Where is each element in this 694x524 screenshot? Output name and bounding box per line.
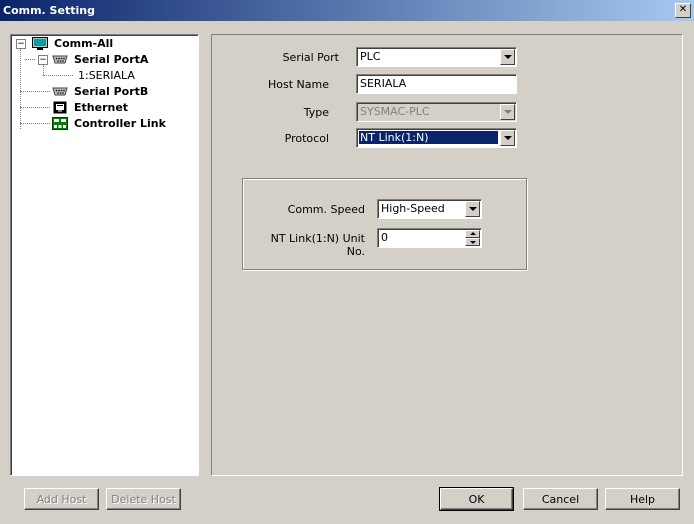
cancel-button[interactable]: Cancel <box>523 488 598 510</box>
comm-speed-value: High-Speed <box>381 202 445 215</box>
tree-view[interactable]: − Comm-All − Serial PortA 1:SERIALA Seri… <box>10 34 199 476</box>
comm-speed-select[interactable]: High-Speed <box>377 199 482 219</box>
title-bar: Comm. Setting ✕ <box>0 0 694 21</box>
host-name-input[interactable]: SERIALA <box>356 74 517 94</box>
serial-port-icon <box>52 87 68 96</box>
tree-item-label: 1:SERIALA <box>78 69 135 82</box>
chevron-down-icon[interactable] <box>465 201 480 217</box>
monitor-icon <box>32 37 48 50</box>
type-value: SYSMAC-PLC <box>360 105 430 118</box>
controller-link-icon <box>52 117 68 130</box>
tree-item-label: Serial PortB <box>74 85 149 98</box>
unit-no-label: NT Link(1:N) Unit No. <box>270 232 365 258</box>
tree-item-serial-portb[interactable]: Serial PortB <box>11 84 197 100</box>
serial-port-label: Serial Port <box>282 51 339 64</box>
tree-item-comm-all[interactable]: − Comm-All <box>11 36 197 52</box>
type-label: Type <box>303 106 329 119</box>
chevron-down-icon <box>500 104 515 120</box>
window-title: Comm. Setting <box>3 4 95 17</box>
close-button[interactable]: ✕ <box>675 3 691 18</box>
spin-up-icon[interactable] <box>465 230 480 238</box>
chevron-down-icon[interactable] <box>500 49 515 65</box>
host-name-value: SERIALA <box>360 77 407 90</box>
tree-item-label: Ethernet <box>74 101 129 114</box>
tree-item-seriala[interactable]: 1:SERIALA <box>11 68 197 84</box>
tree-item-label: Controller Link <box>74 117 166 130</box>
ethernet-icon <box>53 101 67 114</box>
delete-host-button[interactable]: Delete Host <box>106 488 181 510</box>
collapse-icon[interactable]: − <box>38 55 48 65</box>
help-button[interactable]: Help <box>605 488 680 510</box>
tree-item-label: Comm-All <box>54 37 114 50</box>
comm-speed-label: Comm. Speed <box>287 203 365 216</box>
protocol-label: Protocol <box>284 132 329 145</box>
unit-no-value: 0 <box>381 231 388 244</box>
tree-item-ethernet[interactable]: Ethernet <box>11 100 197 116</box>
protocol-value: NT Link(1:N) <box>359 131 498 144</box>
ok-button[interactable]: OK <box>439 487 514 511</box>
host-name-label: Host Name <box>268 78 329 91</box>
tree-item-serial-porta[interactable]: − Serial PortA <box>11 52 197 68</box>
serial-port-select[interactable]: PLC <box>356 47 517 67</box>
serial-port-icon <box>52 55 68 64</box>
serial-port-value: PLC <box>360 50 381 63</box>
chevron-down-icon[interactable] <box>500 130 515 146</box>
type-select: SYSMAC-PLC <box>356 102 517 122</box>
add-host-button[interactable]: Add Host <box>24 488 99 510</box>
tree-item-label: Serial PortA <box>74 53 149 66</box>
collapse-icon[interactable]: − <box>16 39 26 49</box>
unit-no-stepper[interactable]: 0 <box>377 228 482 248</box>
protocol-select[interactable]: NT Link(1:N) <box>356 128 517 148</box>
spin-down-icon[interactable] <box>465 238 480 246</box>
tree-item-controller-link[interactable]: Controller Link <box>11 116 197 132</box>
